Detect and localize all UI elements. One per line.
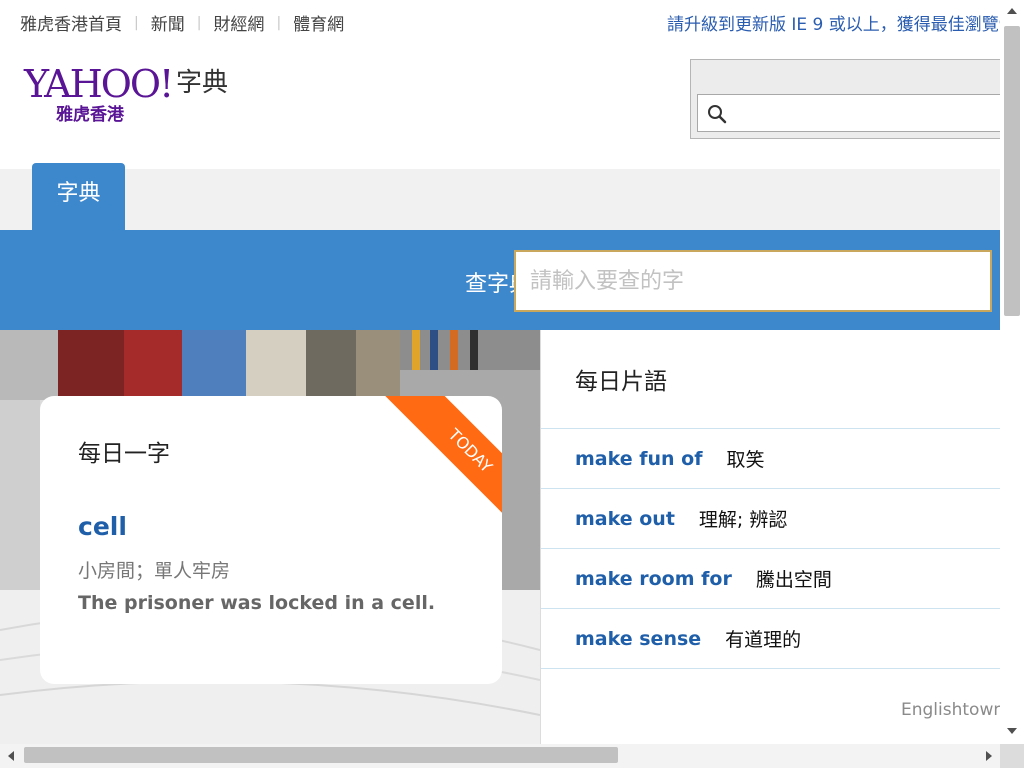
scroll-left-arrow-icon[interactable] [8,751,14,761]
phrase-item: make sense 有道理的 [541,608,1000,669]
top-nav-link-news[interactable]: 新聞 [151,10,185,35]
vertical-scrollbar-thumb[interactable] [1004,26,1020,316]
dictionary-search-input[interactable] [514,250,992,312]
word-of-the-day-example: The prisoner was locked in a cell. [78,592,436,614]
phrase-item: make room for 騰出空間 [541,548,1000,608]
phrase-item: make fun of 取笑 [541,428,1000,488]
top-nav-link-finance[interactable]: 財經網 [213,10,264,35]
header-search-field[interactable] [697,94,1000,132]
phrase-source[interactable]: Englishtown [901,700,1000,720]
scroll-down-arrow-icon[interactable] [1007,728,1017,734]
scroll-right-arrow-icon[interactable] [986,751,992,761]
top-nav-link-sports[interactable]: 體育網 [293,10,344,35]
page-viewport: 雅虎香港首頁 | 新聞 | 財經網 | 體育網 請升級到更新版 IE 9 或以上… [0,0,1000,744]
scroll-up-arrow-icon[interactable] [1007,8,1017,14]
browser-upgrade-notice[interactable]: 請升級到更新版 IE 9 或以上，獲得最佳瀏覽體驗 [667,10,1000,35]
phrase-term[interactable]: make sense [575,628,701,650]
vertical-scrollbar[interactable] [1000,0,1024,744]
top-nav-separator: | [134,14,139,31]
daily-phrases-panel: 每日片語 make fun of 取笑 make out 理解; 辨認 make… [540,330,1000,744]
top-nav-separator: | [196,14,202,31]
phrase-definition: 取笑 [726,449,765,471]
top-nav-separator: | [276,14,282,31]
tab-dictionary[interactable]: 字典 [32,163,125,231]
top-nav: 雅虎香港首頁 | 新聞 | 財經網 | 體育網 [20,10,344,36]
logo-product: 字典 [176,68,229,98]
phrase-item: make out 理解; 辨認 [541,488,1000,548]
phrase-definition: 理解; 辨認 [698,509,788,531]
phrase-definition: 有道理的 [725,629,802,651]
phrase-term[interactable]: make room for [575,568,732,590]
logo-region: 雅虎香港 [56,105,124,125]
header-search-box [690,59,1000,139]
yahoo-dictionary-logo[interactable]: YAHOO! 字典 雅虎香港 [24,62,244,126]
dictionary-search-bar: 查字典 [0,230,1000,330]
word-of-the-day-word[interactable]: cell [78,512,127,541]
today-ribbon: TODAY [372,396,502,526]
scrollbar-corner [1000,744,1024,768]
horizontal-scrollbar[interactable] [0,744,1000,768]
daily-phrases-heading: 每日片語 [575,369,667,395]
phrase-definition: 騰出空間 [755,569,832,591]
phrase-list: make fun of 取笑 make out 理解; 辨認 make room… [541,428,1000,669]
today-badge: TODAY [384,396,502,526]
search-icon[interactable] [706,103,728,125]
phrase-term[interactable]: make fun of [575,448,703,470]
horizontal-scrollbar-thumb[interactable] [24,747,618,763]
word-of-the-day-card: TODAY 每日一字 cell 小房間；單人牢房 The prisoner wa… [40,396,502,684]
tab-strip: 字典 [0,163,1000,231]
phrase-term[interactable]: make out [575,508,675,530]
word-of-the-day-meaning: 小房間；單人牢房 [78,560,231,582]
word-of-the-day-heading: 每日一字 [78,441,170,467]
top-nav-link-home[interactable]: 雅虎香港首頁 [20,10,122,35]
